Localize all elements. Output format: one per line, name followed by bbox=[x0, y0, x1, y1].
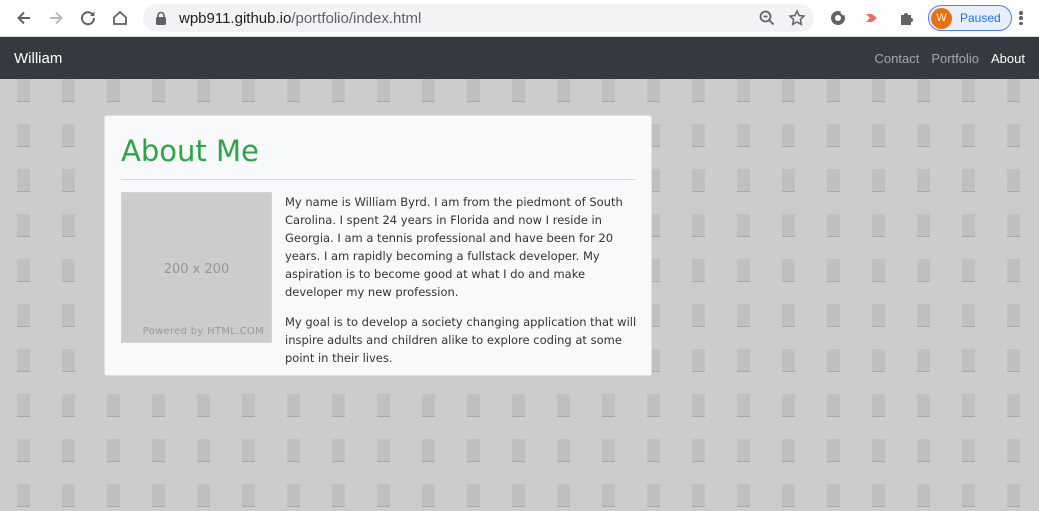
about-paragraph-2: My goal is to develop a society changing… bbox=[285, 315, 637, 365]
browser-toolbar: wpb911.github.io/portfolio/index.html W … bbox=[0, 0, 1039, 37]
placeholder-size-label: 200 x 200 bbox=[163, 262, 230, 277]
profile-image-placeholder: 200 x 200 Powered by HTML.COM bbox=[121, 192, 272, 343]
profile-button[interactable]: W Paused bbox=[928, 5, 1012, 31]
nav-link-contact[interactable]: Contact bbox=[875, 51, 920, 66]
placeholder-powered-label: Powered by HTML.COM bbox=[142, 326, 264, 337]
nav-link-about[interactable]: About bbox=[991, 51, 1025, 66]
bookmark-star-icon[interactable] bbox=[788, 9, 806, 27]
brand-link[interactable]: William bbox=[14, 50, 62, 67]
site-navbar: William Contact Portfolio About bbox=[0, 37, 1039, 79]
nav-link-portfolio[interactable]: Portfolio bbox=[931, 51, 979, 66]
forward-icon[interactable] bbox=[40, 2, 72, 34]
zoom-icon[interactable] bbox=[758, 9, 776, 27]
about-card: About Me 200 x 200 Powered by HTML.COM M… bbox=[104, 115, 652, 376]
reload-icon[interactable] bbox=[72, 2, 104, 34]
divider bbox=[121, 179, 636, 180]
puzzle-icon[interactable] bbox=[894, 6, 918, 30]
address-bar[interactable]: wpb911.github.io/portfolio/index.html bbox=[143, 4, 814, 32]
about-paragraph-1: My name is William Byrd. I am from the p… bbox=[285, 195, 623, 299]
url-text: wpb911.github.io/portfolio/index.html bbox=[179, 9, 422, 27]
avatar: W bbox=[931, 7, 952, 29]
page-title: About Me bbox=[121, 134, 259, 168]
browser-menu-icon[interactable] bbox=[1013, 8, 1029, 28]
lock-icon bbox=[156, 11, 166, 25]
about-text: My name is William Byrd. I am from the p… bbox=[285, 193, 637, 379]
extension-icon[interactable] bbox=[826, 6, 850, 30]
nav-links: Contact Portfolio About bbox=[875, 51, 1026, 66]
profile-status: Paused bbox=[960, 11, 1001, 25]
extension-red-icon[interactable] bbox=[860, 6, 884, 30]
home-icon[interactable] bbox=[104, 2, 136, 34]
back-icon[interactable] bbox=[8, 2, 40, 34]
